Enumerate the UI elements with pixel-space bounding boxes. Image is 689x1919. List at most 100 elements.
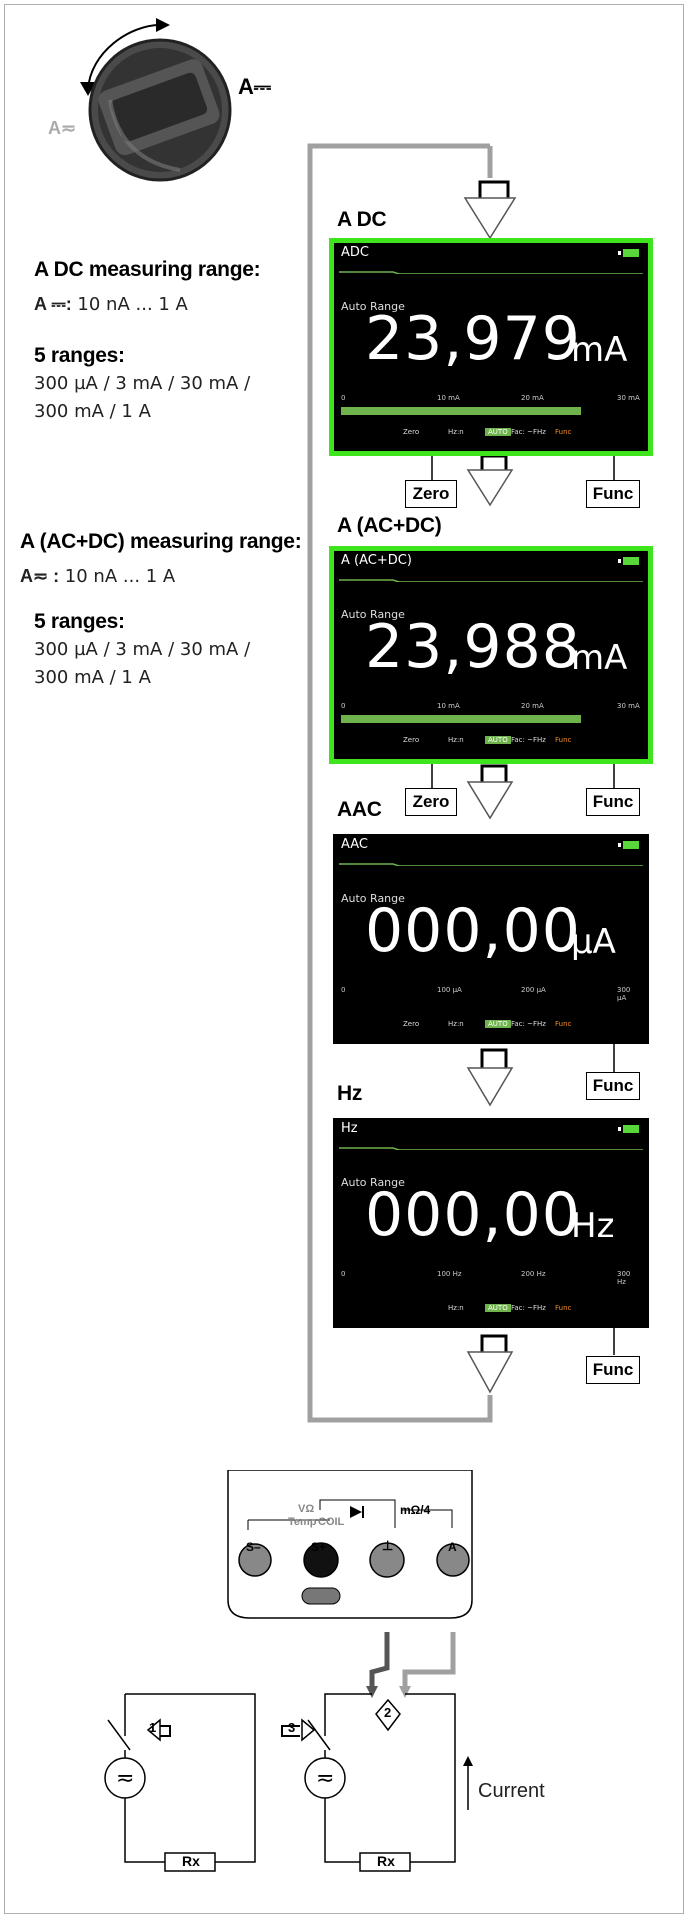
title-tab-line [339,579,643,582]
softkey-4[interactable]: Func [555,428,571,436]
softkey-2[interactable]: AUTO [485,1020,511,1028]
softkey-row: Zero Hz:n AUTO Fac: ~FHz Func [333,1020,649,1034]
softkey-2[interactable]: AUTO [485,1304,511,1312]
softkey-2[interactable]: AUTO [485,736,511,744]
softkey-1[interactable]: Hz:n [448,736,464,744]
scale-tick-label: 100 Hz [437,1270,462,1278]
socket-label-s-plus: S+ [311,1540,327,1554]
rx-label-1: Rx [182,1853,200,1869]
scale-tick-label: 20 mA [521,394,544,402]
socket-label-ground: ⊥ [382,1538,394,1553]
socket-label-coil: COIL [318,1516,345,1528]
rx-label-2: Rx [377,1853,395,1869]
display-screen-acdc: A (AC+DC) Auto Range 23,988 mA 0 10 mA 20 mA 30… [329,546,653,764]
softkey-4[interactable]: Func [555,1304,571,1312]
step-3-label: 3 [288,1720,296,1735]
socket-label-v: VΩ [298,1503,315,1515]
softkey-1[interactable]: Hz:n [448,1020,464,1028]
zero-button[interactable]: Zero [405,480,457,508]
measured-unit: mA [571,638,628,678]
scale-tick-label: 100 µA [437,986,462,994]
socket-label-temp: Temp [288,1516,317,1528]
func-button[interactable]: Func [586,1072,640,1100]
softkey-row: Zero Hz:n AUTO Fac: ~FHz Func [333,428,649,442]
source-symbol-1: ≂ [116,1765,135,1790]
scale-tick-label: 300 µA [617,986,631,1002]
battery-icon [623,1125,639,1133]
display-screen-hz: Hz Auto Range 000,00 Hz 0 100 Hz 200 Hz 300 Hz H… [333,1118,649,1328]
switch-icon [307,1719,331,1751]
bargraph-fill [341,715,581,723]
current-arrow-icon [463,1756,473,1766]
battery-icon [623,841,639,849]
screen-label-adc: A DC [337,208,387,231]
current-label: Current [478,1780,545,1802]
scale-tick-label: 200 µA [521,986,546,994]
func-button[interactable]: Func [586,480,640,508]
bargraph-fill [341,407,581,415]
scale-tick-label: 0 [341,1270,346,1278]
title-tab-line [339,863,643,866]
scale-tick-label: 0 [341,394,346,402]
measured-value: 23,988 [365,612,581,682]
scale-tick-label: 200 Hz [521,1270,546,1278]
display-screen-adc: ADC Auto Range 23,979 mA 0 10 mA 20 mA 30 mA Zer… [329,238,653,456]
scale-tick-label: 10 mA [437,702,460,710]
down-arrow-icon [466,454,514,507]
down-arrow-icon [463,180,517,240]
softkey-3[interactable]: Fac: ~FHz [511,428,546,436]
scale-tick-label: 30 mA [617,394,640,402]
display-screen-aac: AAC Auto Range 000,00 µA 0 100 µA 200 µA 300 µA… [333,834,649,1044]
measured-value: 000,00 [365,896,581,966]
battery-icon [623,249,639,257]
battery-icon-tip [618,559,621,563]
socket-label-mohm: mΩ/4 [400,1503,431,1517]
func-button[interactable]: Func [586,788,640,816]
softkey-0[interactable]: Zero [403,736,419,744]
battery-icon-tip [618,843,621,847]
down-arrow-icon [466,764,514,820]
softkey-2[interactable]: AUTO [485,428,511,436]
softkey-3[interactable]: Fac: ~FHz [511,1020,546,1028]
softkey-0[interactable]: Zero [403,428,419,436]
measured-value: 23,979 [365,304,581,374]
screen-title: Hz [341,1121,358,1136]
battery-icon [623,557,639,565]
scale-tick-label: 0 [341,702,346,710]
measured-unit: Hz [571,1206,615,1246]
screen-title: A (AC+DC) [341,553,412,568]
circuit-diagram [104,1632,473,1872]
scale-tick-label: 10 mA [437,394,460,402]
softkey-row: Zero Hz:n AUTO Fac: ~FHz Func [333,736,649,750]
battery-icon-tip [618,1127,621,1131]
measured-value: 000,00 [365,1180,581,1250]
softkey-row: Hz:n AUTO Fac: ~FHz Func [333,1304,649,1318]
down-arrow-icon [466,1334,514,1394]
socket-label-amp: A [448,1540,457,1554]
down-arrow-icon [466,1048,514,1107]
zero-button[interactable]: Zero [405,788,457,816]
softkey-0[interactable]: Zero [403,1020,419,1028]
softkey-1[interactable]: Hz:n [448,1304,464,1312]
softkey-4[interactable]: Func [555,736,571,744]
softkey-4[interactable]: Func [555,1020,571,1028]
battery-icon-tip [618,251,621,255]
screen-title: ADC [341,245,369,260]
switch-icon [107,1719,131,1751]
softkey-1[interactable]: Hz:n [448,428,464,436]
screen-title: AAC [341,837,368,852]
title-tab-line [339,1147,643,1150]
title-tab-line [339,271,643,274]
measured-unit: µA [571,922,616,962]
func-button[interactable]: Func [586,1356,640,1384]
softkey-3[interactable]: Fac: ~FHz [511,1304,546,1312]
scale-tick-label: 0 [341,986,346,994]
screen-label-aac: AAC [337,798,382,821]
step-1-label: 1 [149,1720,157,1735]
screen-label-acdc: A (AC+DC) [337,514,442,537]
measured-unit: mA [571,330,628,370]
softkey-3[interactable]: Fac: ~FHz [511,736,546,744]
scale-tick-label: 20 mA [521,702,544,710]
socket-label-s-minus: S– [246,1540,261,1554]
scale-tick-label: 300 Hz [617,1270,631,1286]
